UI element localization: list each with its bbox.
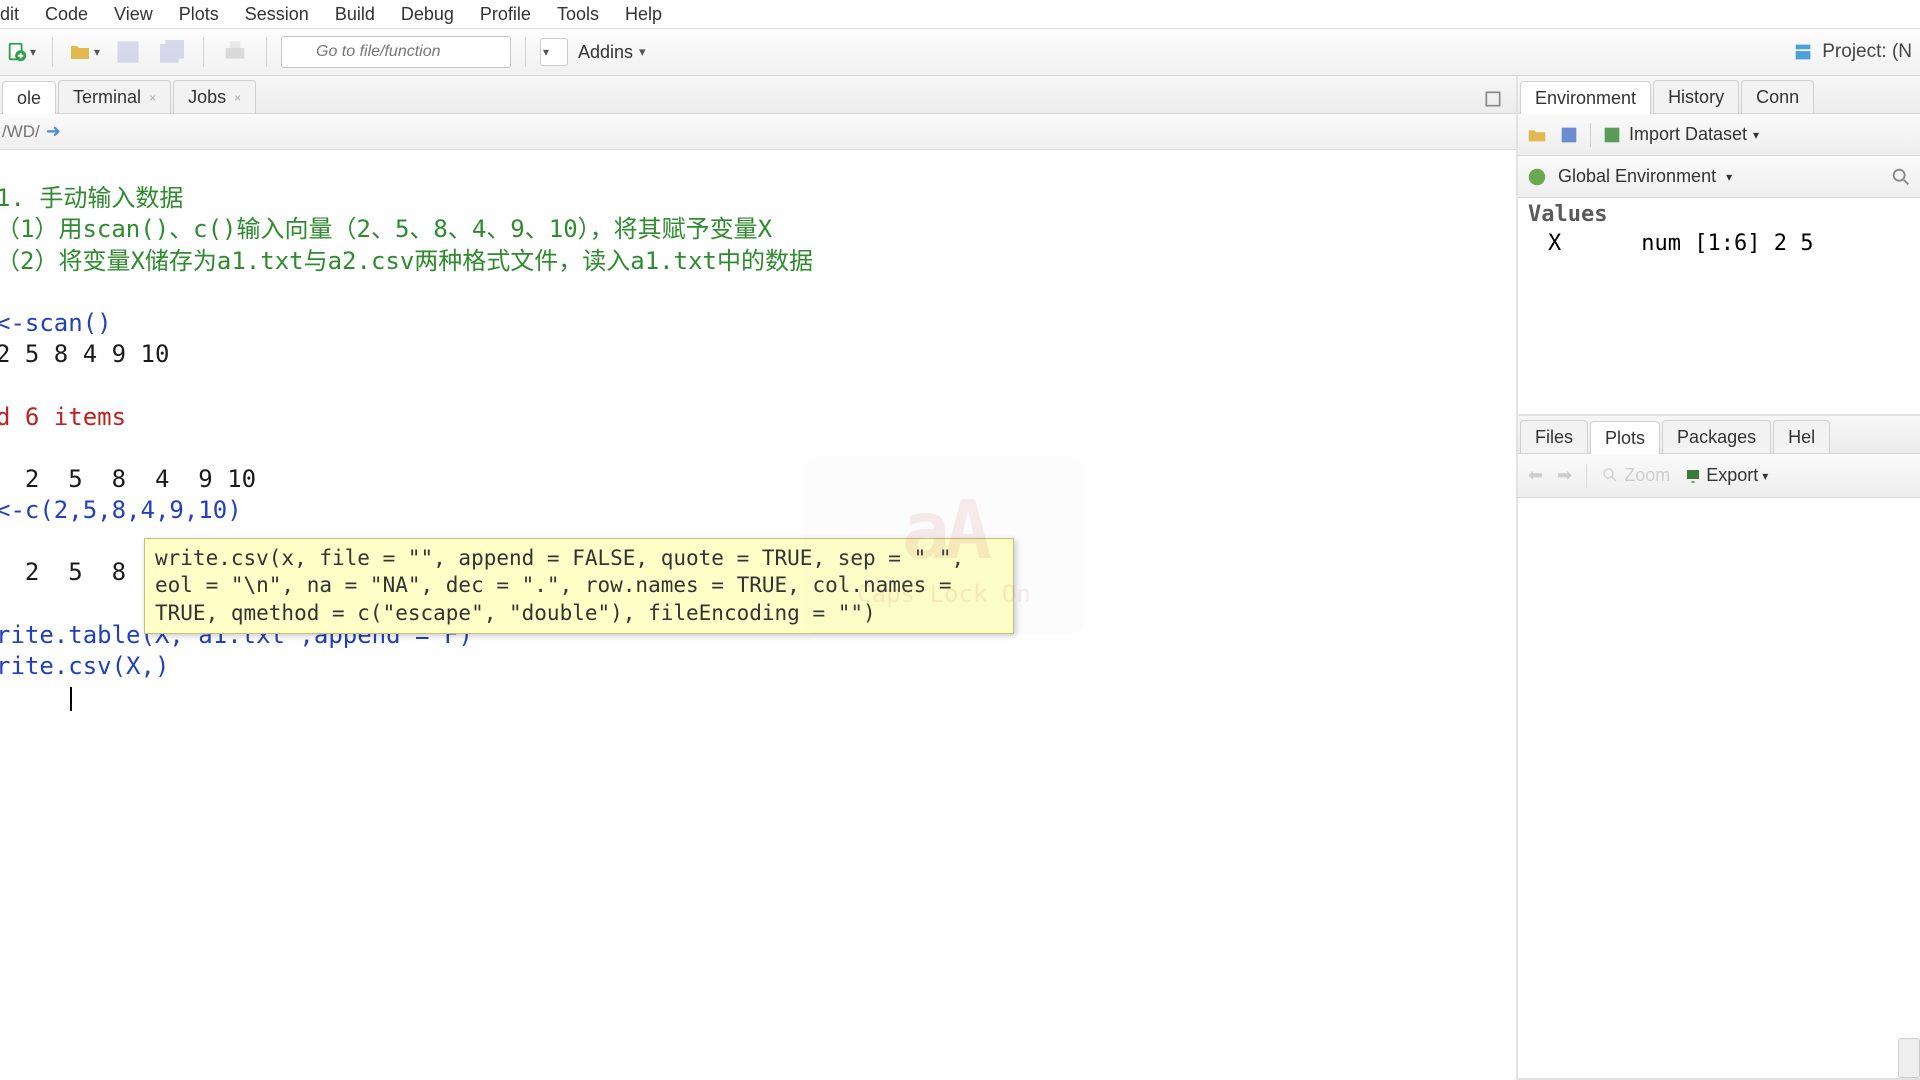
addins-menu[interactable]: Addins bbox=[578, 42, 646, 63]
console-output[interactable]: 1. 手动输入数据 （1）用scan()、c()输入向量（2、5、8、4、9、1… bbox=[0, 150, 1516, 1080]
import-dataset-menu[interactable]: Import Dataset bbox=[1601, 124, 1759, 146]
menu-bar: dit Code View Plots Session Build Debug … bbox=[0, 0, 1920, 28]
maximize-pane-button[interactable] bbox=[1476, 85, 1510, 113]
working-directory: /WD/ bbox=[2, 122, 40, 142]
function-signature-tooltip: write.csv(x, file = "", append = FALSE, … bbox=[144, 538, 1014, 634]
tab-packages[interactable]: Packages bbox=[1662, 420, 1771, 453]
env-variable-row[interactable]: X num [1:6] 2 5 bbox=[1528, 231, 1910, 256]
tab-help[interactable]: Hel bbox=[1773, 420, 1830, 453]
project-icon bbox=[1792, 41, 1814, 63]
project-label: Project: (N bbox=[1822, 41, 1912, 63]
menu-help[interactable]: Help bbox=[625, 4, 662, 25]
tab-connections[interactable]: Conn bbox=[1741, 80, 1814, 113]
env-var-value: num [1:6] 2 5 bbox=[1641, 231, 1813, 256]
menu-view[interactable]: View bbox=[114, 4, 153, 25]
export-icon bbox=[1684, 467, 1702, 485]
console-path-row: /WD/ ➜ bbox=[0, 114, 1516, 150]
open-file-button[interactable] bbox=[67, 35, 101, 69]
goto-file-input[interactable] bbox=[281, 36, 511, 68]
plot-zoom-button[interactable]: Zoom bbox=[1601, 465, 1670, 486]
close-icon[interactable]: × bbox=[234, 91, 241, 105]
print-button[interactable] bbox=[218, 35, 252, 69]
menu-plots[interactable]: Plots bbox=[179, 4, 219, 25]
menu-tools[interactable]: Tools bbox=[557, 4, 599, 25]
tab-environment[interactable]: Environment bbox=[1520, 81, 1651, 114]
save-button[interactable] bbox=[111, 35, 145, 69]
menu-debug[interactable]: Debug bbox=[401, 4, 454, 25]
menu-session[interactable]: Session bbox=[245, 4, 309, 25]
r-env-icon bbox=[1526, 166, 1548, 188]
plot-prev-button[interactable]: ⬅ bbox=[1528, 465, 1543, 486]
menu-code[interactable]: Code bbox=[45, 4, 88, 25]
plot-next-button[interactable]: ➡ bbox=[1557, 465, 1572, 486]
tab-console[interactable]: ole bbox=[2, 81, 56, 114]
tab-plots[interactable]: Plots bbox=[1590, 421, 1660, 454]
env-section-header: Values bbox=[1528, 202, 1910, 227]
text-cursor bbox=[70, 687, 72, 711]
goto-file-wrap bbox=[281, 36, 511, 68]
env-var-name: X bbox=[1528, 231, 1561, 256]
env-scope-selector[interactable]: Global Environment bbox=[1558, 166, 1716, 187]
new-file-button[interactable] bbox=[4, 35, 38, 69]
save-all-button[interactable] bbox=[155, 35, 189, 69]
toolbar-separator bbox=[203, 37, 204, 67]
toolbar-separator bbox=[266, 37, 267, 67]
environment-scope-row: Global Environment▾ bbox=[1518, 156, 1920, 198]
console-pane: ole Terminal× Jobs× /WD/ ➜ 1. 手动输入数据 （1）… bbox=[0, 76, 1518, 1080]
console-tabs: ole Terminal× Jobs× bbox=[0, 76, 1516, 114]
project-selector[interactable]: Project: (N bbox=[1792, 41, 1916, 63]
menu-build[interactable]: Build bbox=[335, 4, 375, 25]
close-icon[interactable]: × bbox=[149, 91, 156, 105]
toolbar-separator bbox=[525, 37, 526, 67]
load-workspace-icon[interactable] bbox=[1526, 124, 1548, 146]
environment-tabs: Environment History Conn bbox=[1518, 76, 1920, 114]
plots-pane: Files Plots Packages Hel ⬅ ➡ Zoom Export bbox=[1518, 416, 1920, 1080]
plots-tabs: Files Plots Packages Hel bbox=[1518, 416, 1920, 454]
environment-toolbar: Import Dataset bbox=[1518, 114, 1920, 156]
environment-list: Values X num [1:6] 2 5 bbox=[1518, 198, 1920, 260]
tab-jobs[interactable]: Jobs× bbox=[173, 80, 256, 113]
main-toolbar: Addins Project: (N bbox=[0, 28, 1920, 76]
menu-edit[interactable]: dit bbox=[0, 4, 19, 25]
search-icon[interactable] bbox=[1890, 166, 1912, 188]
toolbar-separator bbox=[52, 37, 53, 67]
wd-arrow-icon[interactable]: ➜ bbox=[46, 121, 61, 142]
menu-profile[interactable]: Profile bbox=[480, 4, 531, 25]
plots-toolbar: ⬅ ➡ Zoom Export bbox=[1518, 454, 1920, 498]
import-icon bbox=[1601, 124, 1623, 146]
grid-view-button[interactable] bbox=[540, 38, 568, 66]
environment-pane: Environment History Conn Import Dataset … bbox=[1518, 76, 1920, 416]
tab-files[interactable]: Files bbox=[1520, 420, 1588, 453]
save-workspace-icon[interactable] bbox=[1558, 124, 1580, 146]
scrollbar[interactable] bbox=[1898, 1038, 1920, 1078]
tab-history[interactable]: History bbox=[1653, 80, 1739, 113]
tab-terminal[interactable]: Terminal× bbox=[58, 80, 171, 113]
plot-export-menu[interactable]: Export bbox=[1684, 465, 1768, 486]
